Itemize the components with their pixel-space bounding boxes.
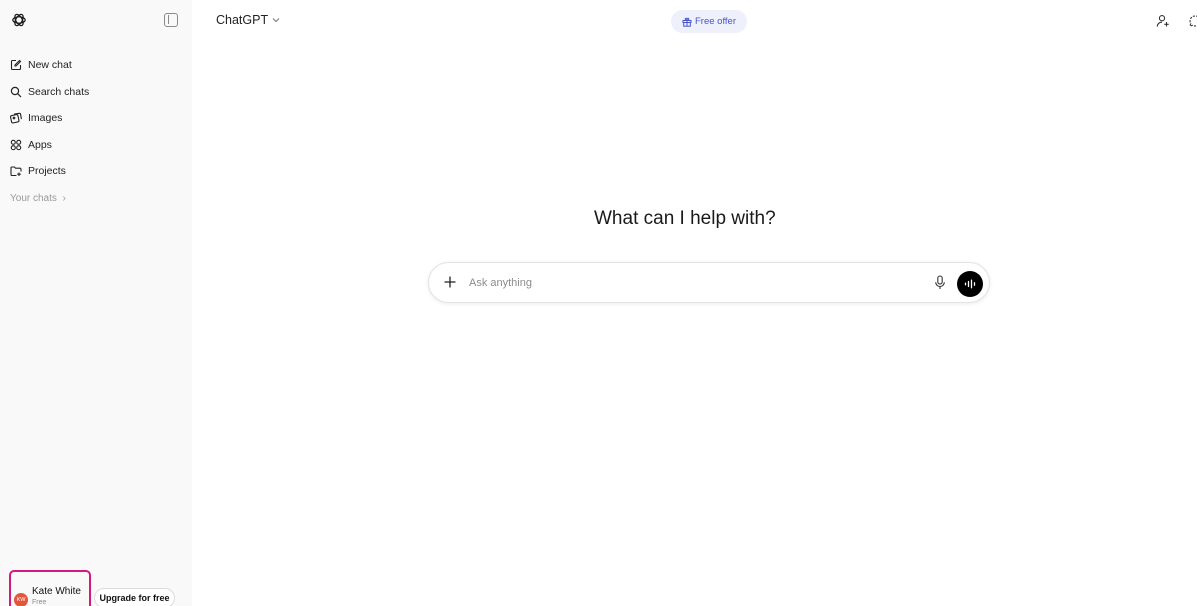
sidebar-item-label: New chat — [28, 59, 72, 72]
sidebar-item-label: Apps — [28, 138, 52, 151]
new-chat-icon — [10, 59, 22, 71]
composer — [428, 262, 990, 303]
sidebar-item-new-chat[interactable]: New chat — [10, 52, 182, 79]
microphone-icon[interactable] — [933, 275, 947, 290]
sidebar-item-images[interactable]: Images — [10, 105, 182, 132]
sidebar-item-label: Search chats — [28, 85, 90, 98]
voice-mode-button[interactable] — [957, 271, 983, 297]
chevron-right-icon: › — [59, 193, 66, 204]
sidebar-item-label: Projects — [28, 165, 66, 178]
model-picker[interactable]: ChatGPT — [216, 13, 280, 27]
your-chats-section[interactable]: Your chats › — [10, 193, 66, 204]
user-profile-button[interactable]: KW Kate White Free — [9, 570, 91, 606]
sidebar-nav: New chat Search chats Images Apps Projec… — [10, 52, 182, 185]
add-person-icon[interactable] — [1156, 14, 1170, 28]
search-icon — [10, 86, 22, 98]
sidebar-item-search-chats[interactable]: Search chats — [10, 79, 182, 106]
chevron-down-icon — [272, 18, 280, 23]
page-title: What can I help with? — [594, 208, 776, 229]
sidebar: New chat Search chats Images Apps Projec… — [0, 0, 192, 606]
temporary-chat-icon[interactable] — [1188, 14, 1197, 28]
sidebar-toggle-icon[interactable] — [164, 13, 178, 27]
images-icon — [10, 112, 22, 124]
apps-icon — [10, 139, 22, 150]
upgrade-button[interactable]: Upgrade for free — [94, 588, 175, 606]
your-chats-label: Your chats — [10, 193, 57, 204]
user-name: Kate White — [32, 586, 81, 597]
openai-logo-icon[interactable] — [11, 12, 27, 28]
sidebar-item-projects[interactable]: Projects — [10, 158, 182, 185]
sidebar-item-apps[interactable]: Apps — [10, 132, 182, 159]
user-plan: Free — [32, 599, 47, 606]
projects-icon — [10, 166, 22, 177]
gift-icon — [682, 17, 692, 27]
model-name: ChatGPT — [216, 13, 269, 27]
free-offer-label: Free offer — [694, 16, 736, 27]
plus-icon[interactable] — [443, 275, 457, 289]
prompt-input[interactable] — [469, 271, 909, 295]
avatar: KW — [14, 593, 28, 606]
sidebar-item-label: Images — [28, 112, 63, 125]
voice-waveform-icon — [964, 279, 976, 289]
free-offer-button[interactable]: Free offer — [671, 10, 747, 33]
